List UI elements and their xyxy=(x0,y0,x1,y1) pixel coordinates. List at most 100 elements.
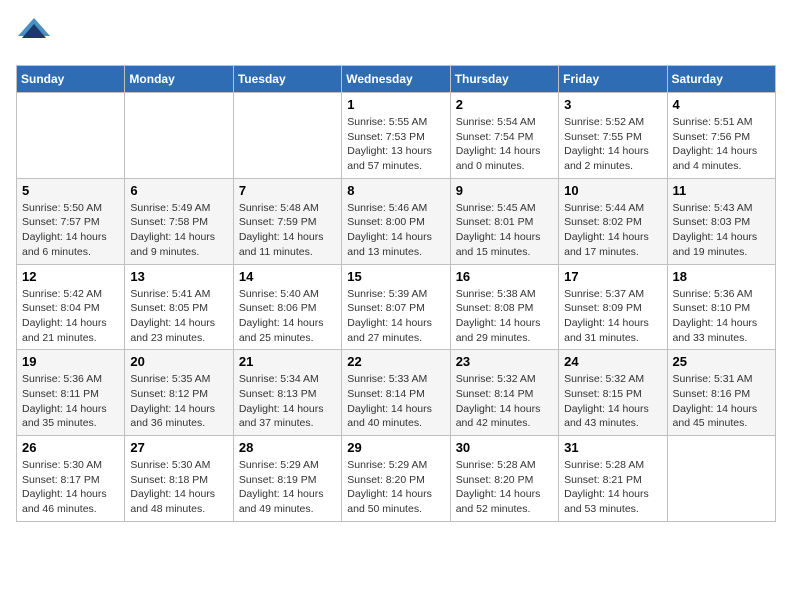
day-number: 19 xyxy=(22,354,119,369)
day-number: 8 xyxy=(347,183,444,198)
page-header xyxy=(16,16,776,57)
day-info: Sunrise: 5:28 AMSunset: 8:21 PMDaylight:… xyxy=(564,458,661,517)
calendar-cell: 31 Sunrise: 5:28 AMSunset: 8:21 PMDayligh… xyxy=(559,436,667,522)
day-number: 1 xyxy=(347,97,444,112)
calendar-cell: 25 Sunrise: 5:31 AMSunset: 8:16 PMDayligh… xyxy=(667,350,775,436)
day-number: 20 xyxy=(130,354,227,369)
col-header-friday: Friday xyxy=(559,66,667,93)
col-header-thursday: Thursday xyxy=(450,66,558,93)
calendar-cell: 24 Sunrise: 5:32 AMSunset: 8:15 PMDayligh… xyxy=(559,350,667,436)
col-header-sunday: Sunday xyxy=(17,66,125,93)
calendar-table: SundayMondayTuesdayWednesdayThursdayFrid… xyxy=(16,65,776,522)
day-number: 22 xyxy=(347,354,444,369)
calendar-cell xyxy=(233,93,341,179)
day-info: Sunrise: 5:33 AMSunset: 8:14 PMDaylight:… xyxy=(347,372,444,431)
day-info: Sunrise: 5:29 AMSunset: 8:20 PMDaylight:… xyxy=(347,458,444,517)
day-number: 2 xyxy=(456,97,553,112)
week-row-1: 1 Sunrise: 5:55 AMSunset: 7:53 PMDaylight… xyxy=(17,93,776,179)
calendar-cell: 8 Sunrise: 5:46 AMSunset: 8:00 PMDaylight… xyxy=(342,178,450,264)
day-info: Sunrise: 5:37 AMSunset: 8:09 PMDaylight:… xyxy=(564,287,661,346)
calendar-cell: 16 Sunrise: 5:38 AMSunset: 8:08 PMDayligh… xyxy=(450,264,558,350)
day-info: Sunrise: 5:45 AMSunset: 8:01 PMDaylight:… xyxy=(456,201,553,260)
calendar-cell: 2 Sunrise: 5:54 AMSunset: 7:54 PMDaylight… xyxy=(450,93,558,179)
day-info: Sunrise: 5:38 AMSunset: 8:08 PMDaylight:… xyxy=(456,287,553,346)
day-info: Sunrise: 5:28 AMSunset: 8:20 PMDaylight:… xyxy=(456,458,553,517)
day-number: 14 xyxy=(239,269,336,284)
day-number: 23 xyxy=(456,354,553,369)
day-info: Sunrise: 5:30 AMSunset: 8:17 PMDaylight:… xyxy=(22,458,119,517)
day-number: 5 xyxy=(22,183,119,198)
day-number: 7 xyxy=(239,183,336,198)
week-row-4: 19Sunrise: 5:36 AMSunset: 8:11 PMDayligh… xyxy=(17,350,776,436)
day-number: 27 xyxy=(130,440,227,455)
logo-icon xyxy=(16,16,52,57)
calendar-cell: 23Sunrise: 5:32 AMSunset: 8:14 PMDayligh… xyxy=(450,350,558,436)
day-info: Sunrise: 5:36 AMSunset: 8:10 PMDaylight:… xyxy=(673,287,770,346)
calendar-cell: 14 Sunrise: 5:40 AMSunset: 8:06 PMDayligh… xyxy=(233,264,341,350)
day-info: Sunrise: 5:54 AMSunset: 7:54 PMDaylight:… xyxy=(456,115,553,174)
calendar-cell: 26 Sunrise: 5:30 AMSunset: 8:17 PMDayligh… xyxy=(17,436,125,522)
day-number: 11 xyxy=(673,183,770,198)
day-number: 12 xyxy=(22,269,119,284)
day-number: 21 xyxy=(239,354,336,369)
day-number: 9 xyxy=(456,183,553,198)
day-number: 4 xyxy=(673,97,770,112)
calendar-cell: 10Sunrise: 5:44 AMSunset: 8:02 PMDayligh… xyxy=(559,178,667,264)
day-number: 16 xyxy=(456,269,553,284)
day-info: Sunrise: 5:44 AMSunset: 8:02 PMDaylight:… xyxy=(564,201,661,260)
calendar-cell: 22 Sunrise: 5:33 AMSunset: 8:14 PMDayligh… xyxy=(342,350,450,436)
day-number: 13 xyxy=(130,269,227,284)
calendar-cell: 30 Sunrise: 5:28 AMSunset: 8:20 PMDayligh… xyxy=(450,436,558,522)
calendar-cell: 1 Sunrise: 5:55 AMSunset: 7:53 PMDaylight… xyxy=(342,93,450,179)
day-info: Sunrise: 5:39 AMSunset: 8:07 PMDaylight:… xyxy=(347,287,444,346)
col-header-saturday: Saturday xyxy=(667,66,775,93)
calendar-cell: 29 Sunrise: 5:29 AMSunset: 8:20 PMDayligh… xyxy=(342,436,450,522)
calendar-cell: 6Sunrise: 5:49 AMSunset: 7:58 PMDaylight… xyxy=(125,178,233,264)
week-row-5: 26 Sunrise: 5:30 AMSunset: 8:17 PMDayligh… xyxy=(17,436,776,522)
week-row-2: 5 Sunrise: 5:50 AMSunset: 7:57 PMDaylight… xyxy=(17,178,776,264)
day-number: 6 xyxy=(130,183,227,198)
day-number: 26 xyxy=(22,440,119,455)
col-header-wednesday: Wednesday xyxy=(342,66,450,93)
day-info: Sunrise: 5:55 AMSunset: 7:53 PMDaylight:… xyxy=(347,115,444,174)
calendar-cell: 5 Sunrise: 5:50 AMSunset: 7:57 PMDaylight… xyxy=(17,178,125,264)
day-info: Sunrise: 5:30 AMSunset: 8:18 PMDaylight:… xyxy=(130,458,227,517)
calendar-cell: 11 Sunrise: 5:43 AMSunset: 8:03 PMDayligh… xyxy=(667,178,775,264)
day-info: Sunrise: 5:29 AMSunset: 8:19 PMDaylight:… xyxy=(239,458,336,517)
day-number: 18 xyxy=(673,269,770,284)
calendar-cell xyxy=(667,436,775,522)
calendar-cell: 20 Sunrise: 5:35 AMSunset: 8:12 PMDayligh… xyxy=(125,350,233,436)
day-info: Sunrise: 5:35 AMSunset: 8:12 PMDaylight:… xyxy=(130,372,227,431)
day-info: Sunrise: 5:46 AMSunset: 8:00 PMDaylight:… xyxy=(347,201,444,260)
day-info: Sunrise: 5:40 AMSunset: 8:06 PMDaylight:… xyxy=(239,287,336,346)
calendar-cell: 9 Sunrise: 5:45 AMSunset: 8:01 PMDaylight… xyxy=(450,178,558,264)
calendar-cell: 12Sunrise: 5:42 AMSunset: 8:04 PMDayligh… xyxy=(17,264,125,350)
day-number: 29 xyxy=(347,440,444,455)
day-number: 24 xyxy=(564,354,661,369)
calendar-cell: 13Sunrise: 5:41 AMSunset: 8:05 PMDayligh… xyxy=(125,264,233,350)
calendar-cell: 28 Sunrise: 5:29 AMSunset: 8:19 PMDayligh… xyxy=(233,436,341,522)
calendar-cell: 19Sunrise: 5:36 AMSunset: 8:11 PMDayligh… xyxy=(17,350,125,436)
calendar-header-row: SundayMondayTuesdayWednesdayThursdayFrid… xyxy=(17,66,776,93)
day-info: Sunrise: 5:50 AMSunset: 7:57 PMDaylight:… xyxy=(22,201,119,260)
day-number: 3 xyxy=(564,97,661,112)
calendar-cell: 18 Sunrise: 5:36 AMSunset: 8:10 PMDayligh… xyxy=(667,264,775,350)
day-number: 17 xyxy=(564,269,661,284)
day-number: 30 xyxy=(456,440,553,455)
calendar-cell: 21Sunrise: 5:34 AMSunset: 8:13 PMDayligh… xyxy=(233,350,341,436)
day-number: 31 xyxy=(564,440,661,455)
col-header-monday: Monday xyxy=(125,66,233,93)
day-info: Sunrise: 5:43 AMSunset: 8:03 PMDaylight:… xyxy=(673,201,770,260)
day-info: Sunrise: 5:51 AMSunset: 7:56 PMDaylight:… xyxy=(673,115,770,174)
calendar-cell: 17 Sunrise: 5:37 AMSunset: 8:09 PMDayligh… xyxy=(559,264,667,350)
calendar-cell: 7 Sunrise: 5:48 AMSunset: 7:59 PMDaylight… xyxy=(233,178,341,264)
day-number: 25 xyxy=(673,354,770,369)
day-info: Sunrise: 5:31 AMSunset: 8:16 PMDaylight:… xyxy=(673,372,770,431)
week-row-3: 12Sunrise: 5:42 AMSunset: 8:04 PMDayligh… xyxy=(17,264,776,350)
day-number: 15 xyxy=(347,269,444,284)
day-number: 28 xyxy=(239,440,336,455)
day-info: Sunrise: 5:32 AMSunset: 8:15 PMDaylight:… xyxy=(564,372,661,431)
col-header-tuesday: Tuesday xyxy=(233,66,341,93)
calendar-cell: 27 Sunrise: 5:30 AMSunset: 8:18 PMDayligh… xyxy=(125,436,233,522)
day-info: Sunrise: 5:48 AMSunset: 7:59 PMDaylight:… xyxy=(239,201,336,260)
